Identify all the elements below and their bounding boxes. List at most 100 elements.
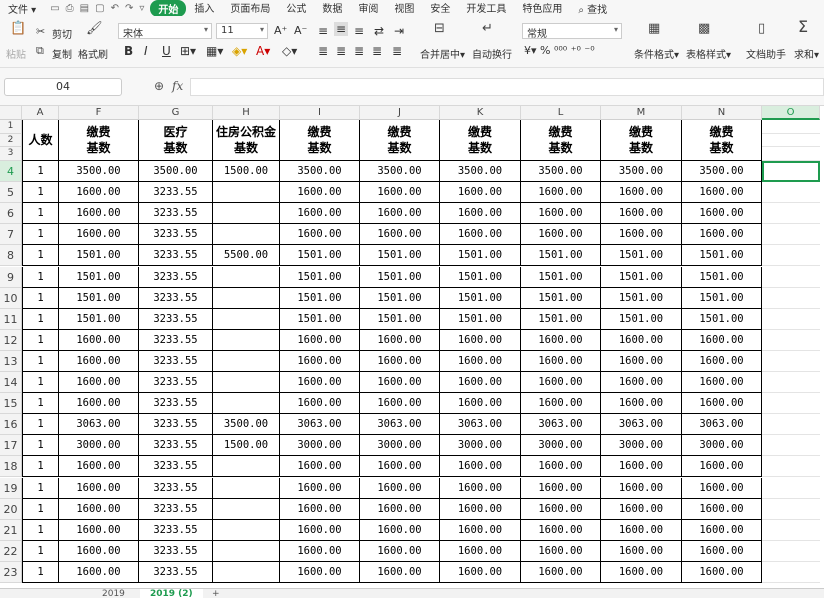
- table-cell[interactable]: [213, 540, 280, 562]
- table-cell[interactable]: 1600.00: [682, 224, 762, 246]
- empty-cell[interactable]: [762, 120, 820, 134]
- table-cell[interactable]: 1600.00: [601, 477, 682, 499]
- table-cell[interactable]: 3233.55: [139, 182, 213, 204]
- table-cell[interactable]: 1501.00: [59, 287, 139, 309]
- table-cell[interactable]: 3233.55: [139, 287, 213, 309]
- table-cell[interactable]: [213, 372, 280, 394]
- search-button[interactable]: ⌕ 查找: [570, 1, 615, 16]
- currency-icon[interactable]: ¥▾ % ⁰⁰⁰ ⁺⁰ ⁻⁰: [524, 44, 595, 57]
- table-cell[interactable]: 1: [22, 350, 59, 372]
- table-cell[interactable]: 1600.00: [59, 329, 139, 351]
- table-cell[interactable]: 1: [22, 372, 59, 394]
- empty-cell[interactable]: [762, 330, 820, 351]
- table-cell[interactable]: 1600.00: [440, 182, 521, 204]
- table-cell[interactable]: [213, 350, 280, 372]
- table-header-cell[interactable]: 缴费 基数: [521, 120, 601, 161]
- table-cell[interactable]: 3063.00: [440, 414, 521, 436]
- table-header-cell[interactable]: 医疗 基数: [139, 120, 213, 161]
- table-cell[interactable]: 1600.00: [521, 393, 601, 415]
- table-cell[interactable]: 1600.00: [521, 350, 601, 372]
- table-cell[interactable]: 1600.00: [601, 224, 682, 246]
- table-cell[interactable]: 3233.55: [139, 435, 213, 457]
- table-cell[interactable]: [213, 203, 280, 225]
- format-painter-button[interactable]: 格式刷: [78, 46, 108, 61]
- number-format-select[interactable]: 常规: [522, 23, 622, 40]
- empty-cell[interactable]: [762, 414, 820, 436]
- table-cell[interactable]: [213, 519, 280, 541]
- table-cell[interactable]: 1600.00: [682, 393, 762, 415]
- table-cell[interactable]: 3063.00: [360, 414, 440, 436]
- italic-icon[interactable]: I: [144, 44, 148, 58]
- bold-icon[interactable]: B: [124, 44, 133, 58]
- table-cell[interactable]: 1: [22, 414, 59, 436]
- customize-icon[interactable]: ▿: [139, 3, 144, 14]
- table-cell[interactable]: 1501.00: [521, 308, 601, 330]
- table-cell[interactable]: 1501.00: [682, 266, 762, 288]
- table-cell[interactable]: 1501.00: [440, 287, 521, 309]
- table-cell[interactable]: 1600.00: [521, 477, 601, 499]
- empty-cell[interactable]: [762, 224, 820, 246]
- paste-icon[interactable]: 📋: [10, 22, 26, 36]
- table-cell[interactable]: 1600.00: [280, 393, 360, 415]
- row-header[interactable]: 1: [0, 120, 22, 134]
- table-cell[interactable]: 3500.00: [440, 161, 521, 183]
- cell-style-icon[interactable]: ▦▾: [206, 44, 223, 58]
- table-cell[interactable]: 1501.00: [59, 245, 139, 267]
- column-header-l[interactable]: L: [521, 106, 601, 120]
- table-cell[interactable]: 1600.00: [360, 498, 440, 520]
- table-cell[interactable]: 3233.55: [139, 329, 213, 351]
- name-box[interactable]: 04: [4, 78, 122, 96]
- empty-cell[interactable]: [762, 562, 820, 583]
- table-cell[interactable]: 1501.00: [601, 266, 682, 288]
- column-header-j[interactable]: J: [360, 106, 440, 120]
- table-cell[interactable]: 1600.00: [682, 182, 762, 204]
- table-cell[interactable]: 1600.00: [280, 498, 360, 520]
- table-cell[interactable]: 1600.00: [601, 350, 682, 372]
- column-header-f[interactable]: F: [59, 106, 139, 120]
- align-right-icon[interactable]: ≣: [354, 44, 364, 58]
- table-cell[interactable]: [213, 329, 280, 351]
- table-cell[interactable]: 1600.00: [59, 393, 139, 415]
- table-cell[interactable]: 1: [22, 561, 59, 583]
- table-cell[interactable]: 1501.00: [280, 308, 360, 330]
- column-header-i[interactable]: I: [280, 106, 360, 120]
- table-header-cell[interactable]: 人数: [22, 120, 59, 161]
- distributed-icon[interactable]: ≣: [392, 44, 402, 58]
- table-cell[interactable]: 1600.00: [280, 182, 360, 204]
- table-cell[interactable]: 1600.00: [280, 540, 360, 562]
- table-cell[interactable]: 1501.00: [360, 266, 440, 288]
- table-cell[interactable]: 1600.00: [682, 561, 762, 583]
- table-cell[interactable]: 1600.00: [601, 203, 682, 225]
- table-cell[interactable]: 1: [22, 393, 59, 415]
- doc-assistant-button[interactable]: 文档助手: [746, 46, 786, 61]
- table-cell[interactable]: 1600.00: [682, 372, 762, 394]
- table-cell[interactable]: 1600.00: [59, 182, 139, 204]
- table-cell[interactable]: 1501.00: [682, 245, 762, 267]
- table-cell[interactable]: 1600.00: [521, 329, 601, 351]
- table-cell[interactable]: 1: [22, 456, 59, 478]
- font-grow-icon[interactable]: A⁺: [274, 24, 287, 37]
- column-header-k[interactable]: K: [440, 106, 521, 120]
- redo-icon[interactable]: ↷: [125, 3, 133, 14]
- table-cell[interactable]: 1600.00: [59, 540, 139, 562]
- indent-icon[interactable]: ⇥: [394, 24, 404, 38]
- table-cell[interactable]: 1600.00: [682, 329, 762, 351]
- table-cell[interactable]: 1600.00: [59, 561, 139, 583]
- empty-cell[interactable]: [762, 372, 820, 394]
- merge-center-button[interactable]: 合并居中▾: [420, 46, 465, 61]
- clear-icon[interactable]: ◇▾: [282, 44, 297, 58]
- table-cell[interactable]: 1: [22, 287, 59, 309]
- table-cell[interactable]: 3063.00: [682, 414, 762, 436]
- underline-icon[interactable]: U: [162, 44, 171, 58]
- table-cell[interactable]: 1600.00: [521, 498, 601, 520]
- table-cell[interactable]: 1600.00: [440, 456, 521, 478]
- ribbon-tab-8[interactable]: 开发工具: [458, 0, 514, 17]
- empty-cell[interactable]: [762, 520, 820, 541]
- table-cell[interactable]: 1: [22, 266, 59, 288]
- table-cell[interactable]: 3500.00: [213, 414, 280, 436]
- row-header[interactable]: 22: [0, 540, 22, 562]
- empty-cell[interactable]: [762, 134, 820, 148]
- table-cell[interactable]: 1600.00: [360, 519, 440, 541]
- table-header-cell[interactable]: 缴费 基数: [440, 120, 521, 161]
- table-cell[interactable]: 1501.00: [360, 245, 440, 267]
